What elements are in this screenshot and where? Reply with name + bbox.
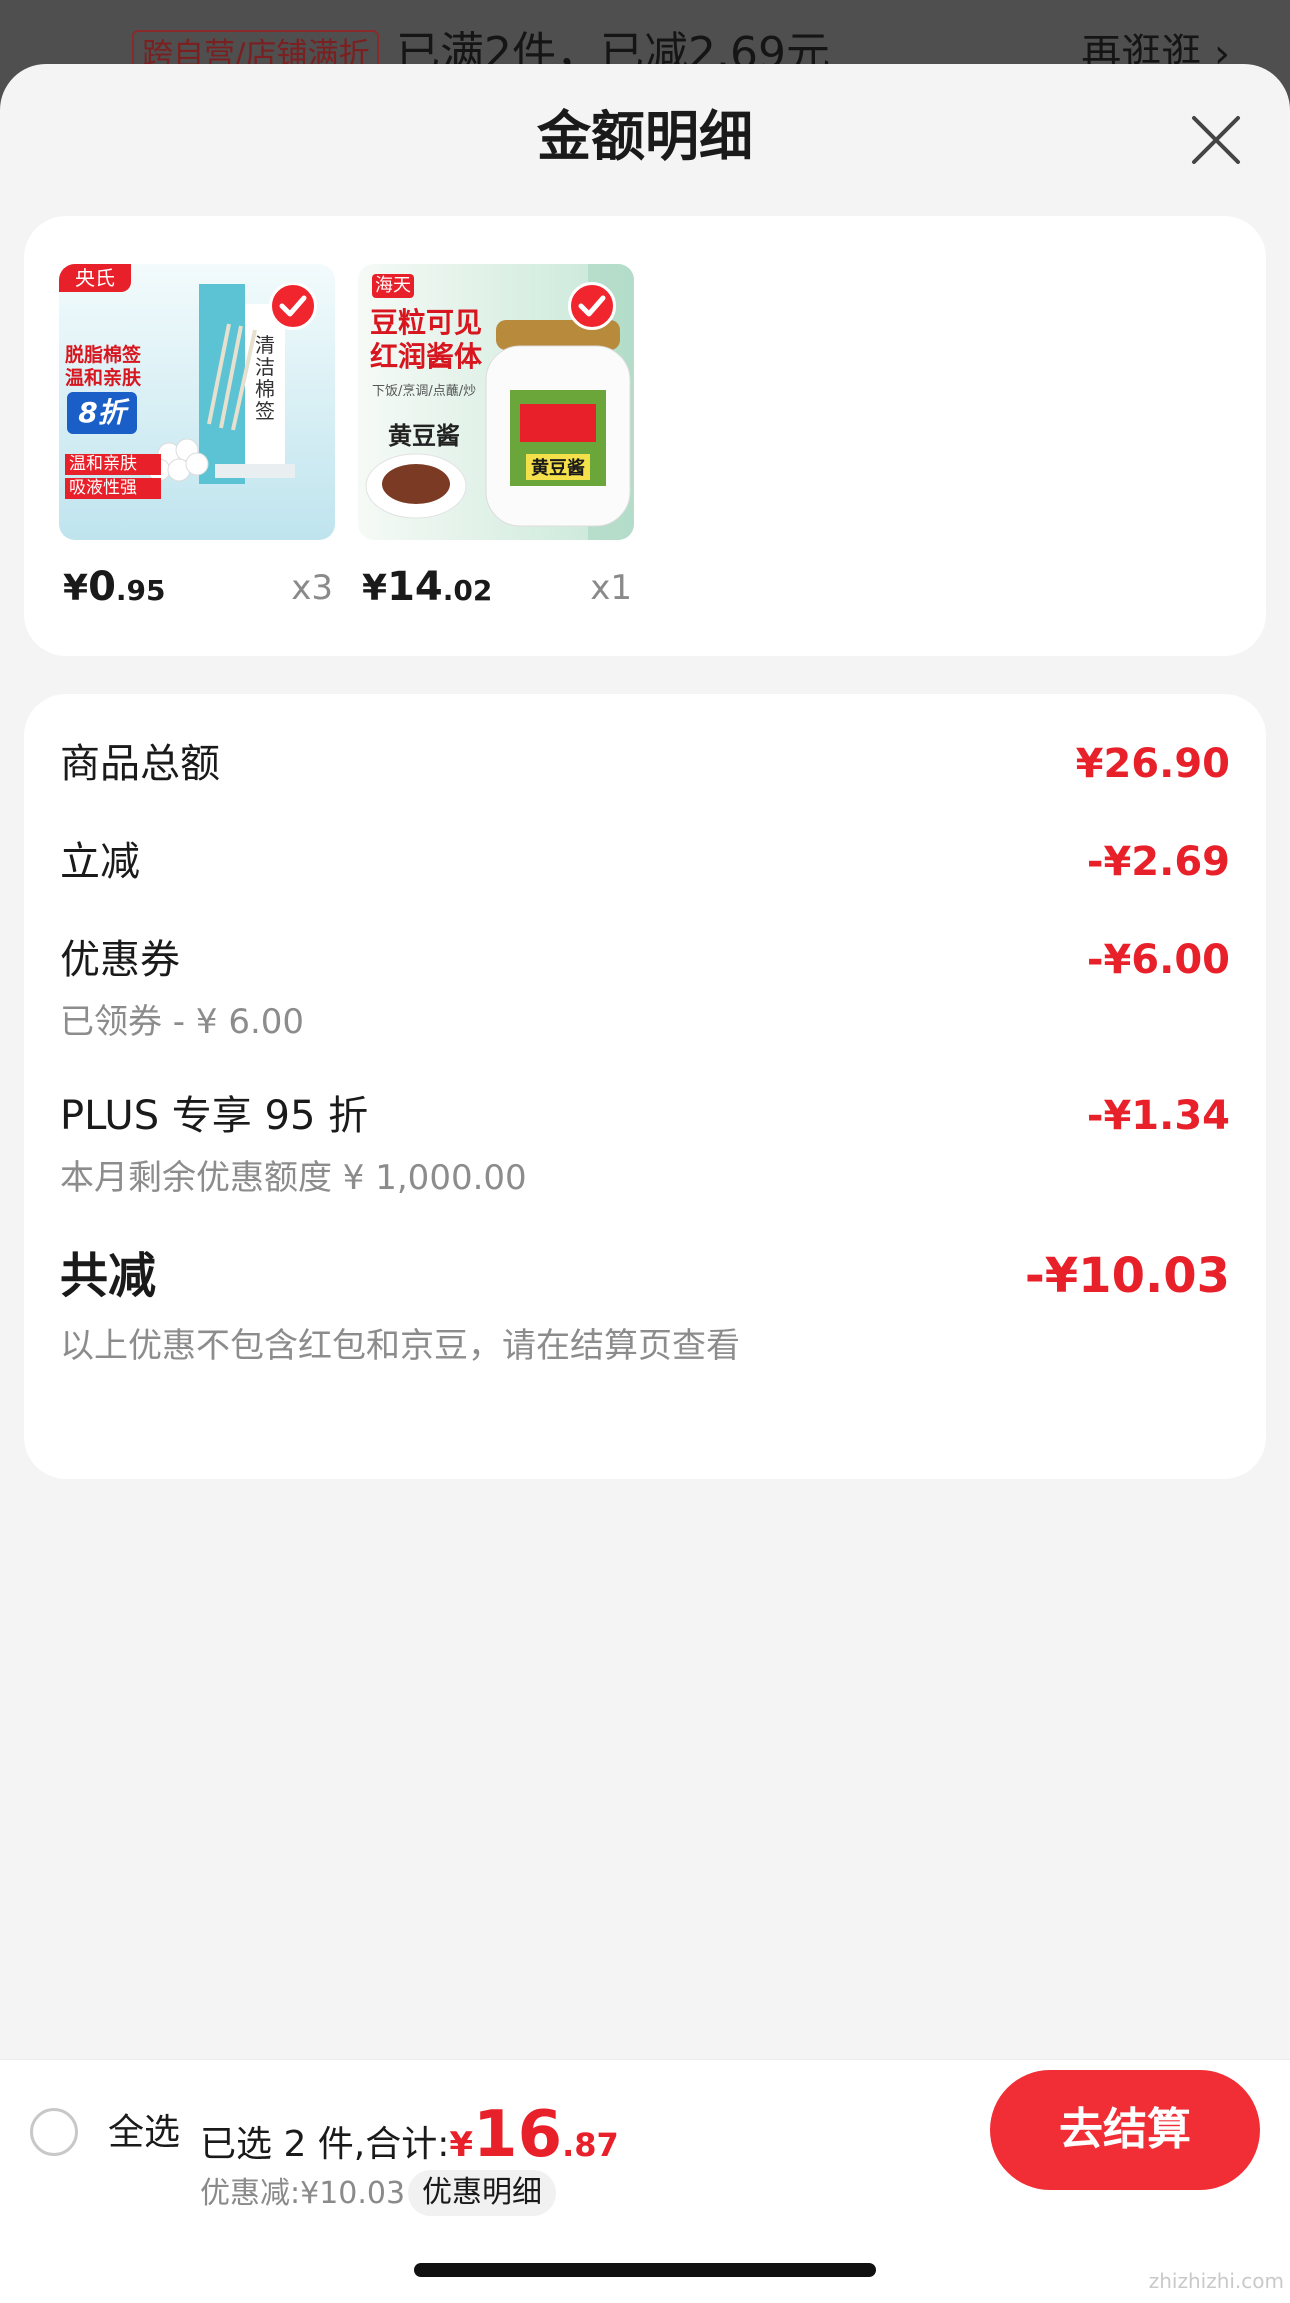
amount-detail-sheet: 金额明细 央氏 脱脂棉签 温和亲肤 8折 温和亲肤 吸液性强 清洁棉签 ¥0.9… — [0, 64, 1290, 2303]
selected-summary: 已选 2 件,合计:¥16.87 — [200, 2098, 619, 2172]
plus-label: PLUS 专享 95 折 — [60, 1093, 369, 1139]
plus-amount: -¥1.34 — [1086, 1093, 1230, 1139]
product-thumbnail[interactable]: 海天 豆粒可见 红润酱体 下饭/烹调/点蘸/炒 黄豆酱 黄豆酱 — [358, 264, 634, 540]
goods-total-row: 商品总额 ¥26.90 — [60, 736, 1230, 796]
select-all-label[interactable]: 全选 — [108, 2108, 180, 2158]
coupon-amount: -¥6.00 — [1086, 937, 1230, 983]
discount-detail-button[interactable]: 优惠明细 — [408, 2170, 556, 2216]
sheet-title: 金额明细 — [537, 105, 753, 168]
home-indicator — [414, 2263, 876, 2277]
coupon-sub: 已领券 - ¥ 6.00 — [60, 1002, 305, 1042]
selected-check-icon[interactable] — [269, 282, 317, 330]
coupon-row: 优惠券 -¥6.00 已领券 - ¥ 6.00 — [60, 932, 1230, 1052]
summary-card: 商品总额 ¥26.90 立减 -¥2.69 优惠券 -¥6.00 已领券 - ¥… — [24, 694, 1266, 1479]
promo-lines: 脱脂棉签 温和亲肤 — [65, 344, 142, 389]
product-quantity: x3 — [291, 568, 333, 608]
goods-total-amount: ¥26.90 — [1075, 741, 1230, 787]
price-row: ¥0.95 x3 — [59, 558, 337, 618]
product-price: ¥0.95 — [63, 564, 166, 610]
bottom-bar: 全选 已选 2 件,合计:¥16.87 优惠减:¥10.03 优惠明细 去结算 … — [0, 2059, 1290, 2303]
plus-row: PLUS 专享 95 折 -¥1.34 本月剩余优惠额度 ¥ 1,000.00 — [60, 1088, 1230, 1208]
selected-check-icon[interactable] — [568, 282, 616, 330]
product-item[interactable]: 央氏 脱脂棉签 温和亲肤 8折 温和亲肤 吸液性强 清洁棉签 ¥0.95 x3 — [59, 264, 337, 618]
total-discount-note: 以上优惠不包含红包和京豆，请在结算页查看 — [60, 1326, 740, 1366]
close-icon[interactable] — [1190, 114, 1242, 166]
brand-badge: 央氏 — [59, 264, 131, 292]
caption: 下饭/烹调/点蘸/炒 — [372, 384, 477, 399]
product-thumbnail[interactable]: 央氏 脱脂棉签 温和亲肤 8折 温和亲肤 吸液性强 清洁棉签 — [59, 264, 335, 540]
brand-badge: 海天 — [372, 274, 414, 298]
select-all-radio[interactable] — [30, 2108, 78, 2156]
product-price: ¥14.02 — [362, 564, 493, 610]
feature-lines: 温和亲肤 吸液性强 — [65, 454, 161, 499]
product-item[interactable]: 海天 豆粒可见 红润酱体 下饭/烹调/点蘸/炒 黄豆酱 黄豆酱 ¥14.02 x… — [358, 264, 636, 618]
total-discount-amount: -¥10.03 — [1024, 1248, 1230, 1304]
plus-sub: 本月剩余优惠额度 ¥ 1,000.00 — [60, 1158, 527, 1198]
checkout-button[interactable]: 去结算 — [990, 2070, 1260, 2190]
box-text: 清洁棉签 — [255, 333, 275, 423]
total-discount-label: 共减 — [60, 1248, 157, 1304]
price-row: ¥14.02 x1 — [358, 558, 636, 618]
product-quantity: x1 — [590, 568, 632, 608]
discount-text: 优惠减:¥10.03 — [200, 2176, 406, 2211]
instant-discount-row: 立减 -¥2.69 — [60, 834, 1230, 894]
product-name-label: 黄豆酱 — [388, 421, 460, 450]
products-card: 央氏 脱脂棉签 温和亲肤 8折 温和亲肤 吸液性强 清洁棉签 ¥0.95 x3 … — [24, 216, 1266, 656]
total-discount-row: 共减 -¥10.03 以上优惠不包含红包和京豆，请在结算页查看 — [60, 1244, 1230, 1384]
headline-lines: 豆粒可见 红润酱体 — [370, 306, 483, 373]
page: 跨自营/店铺满折 已满2件，已减2.69元 再逛逛 › 金额明细 央氏 脱脂棉签… — [0, 0, 1290, 2303]
goods-total-label: 商品总额 — [60, 741, 220, 787]
instant-discount-label: 立减 — [60, 839, 140, 885]
discount-badge: 8折 — [67, 392, 137, 434]
watermark: zhizhizhi.com — [1148, 2269, 1284, 2293]
coupon-label: 优惠券 — [60, 937, 180, 983]
jar-label: 黄豆酱 — [526, 454, 590, 480]
instant-discount-amount: -¥2.69 — [1086, 839, 1230, 885]
